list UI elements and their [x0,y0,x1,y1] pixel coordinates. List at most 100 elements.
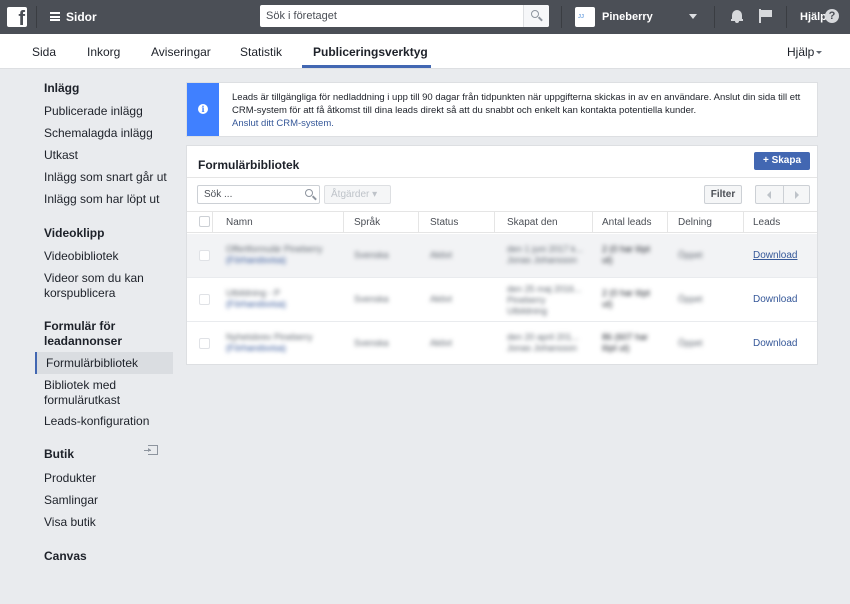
form-name[interactable]: Offertformulär Pineberry (Förhandsvisa) [226,244,322,266]
help-icon[interactable]: ? [825,9,839,23]
form-language: Svenska [354,294,389,304]
sidebar-item-crosspost-line2[interactable]: korspublicera [44,286,115,301]
sidebar-heading-lead-forms-line2: leadannonser [44,334,123,348]
row-checkbox[interactable] [199,250,210,261]
crm-notice: i Leads är tillgängliga för nedladdning … [186,82,818,137]
external-link-icon[interactable] [144,445,158,455]
notice-message: Leads är tillgängliga för nedladdning i … [232,92,801,116]
sidebar-item-leads-config[interactable]: Leads-konfiguration [44,414,149,429]
table-row[interactable]: Offertformulär Pineberry (Förhandsvisa) S… [187,234,817,278]
page-name[interactable]: Pineberry [602,11,653,23]
divider [187,177,817,178]
top-bar: f Sidor Sök i företaget ᴊᴊ Pineberry Hjä… [0,0,850,34]
form-language: Svenska [354,338,389,348]
library-search[interactable]: Sök ... [197,185,320,204]
column-lead-count[interactable]: Antal leads [602,217,651,228]
company-search[interactable]: Sök i företaget [260,5,549,27]
sidebar-item-crosspost-line1[interactable]: Videor som du kan [44,271,144,286]
search-icon [305,189,313,197]
pagination [755,185,810,204]
row-checkbox[interactable] [199,338,210,349]
divider [786,6,787,28]
column-status[interactable]: Status [430,217,458,228]
notifications-bell-icon[interactable] [731,10,743,23]
sidebar-item-published[interactable]: Publicerade inlägg [44,104,143,119]
sidebar-heading-posts: Inlägg [44,81,80,95]
chevron-down-icon[interactable] [689,14,697,19]
form-created: den 1 juni 2017 k... Jonas Johansson [507,244,584,265]
notice-accent: i [187,83,219,136]
form-sharing: Öppet [678,338,703,348]
tab-inkorg[interactable]: Inkorg [87,45,120,59]
next-page-icon[interactable] [795,191,799,199]
form-lead-count: 86 (607 har löpt ut) [602,332,649,353]
row-checkbox[interactable] [199,294,210,305]
divider [783,186,784,203]
sidebar-heading-lead-forms-line1: Formulär för [44,319,116,333]
menu-icon[interactable] [50,12,60,21]
tab-aviseringar[interactable]: Aviseringar [151,45,211,59]
form-status: Aktivt [430,294,453,304]
form-sharing: Öppet [678,250,703,260]
help-link[interactable]: Hjälp [800,11,827,23]
form-sharing: Öppet [678,294,703,304]
actions-dropdown[interactable]: Åtgärder ▾ [324,185,391,204]
column-leads: Leads [753,217,781,228]
page-subnav: Sida Inkorg Aviseringar Statistik Public… [0,34,850,69]
column-sharing[interactable]: Delning [678,217,712,228]
sidebar-item-drafts[interactable]: Utkast [44,148,78,163]
table-row[interactable]: Nyhetsbrev Pineberry (Förhandsvisa) Svens… [187,322,817,366]
column-language[interactable]: Språk [354,217,380,228]
form-name[interactable]: Nyhetsbrev Pineberry (Förhandsvisa) [226,332,313,354]
connect-crm-link[interactable]: Anslut ditt CRM-system. [232,117,814,130]
sidebar-item-draft-library-line1[interactable]: Bibliotek med [44,378,116,393]
column-created[interactable]: Skapat den [507,217,558,228]
form-created: den 20 april 201... Jonas Johansson [507,332,580,353]
create-button[interactable]: + Skapa [754,152,810,170]
divider [561,6,562,28]
card-title: Formulärbibliotek [198,158,300,172]
facebook-logo-icon[interactable]: f [7,7,27,29]
form-lead-count: 2 (0 har löpt ut) [602,288,651,309]
search-input[interactable]: Sök i företaget [266,10,337,22]
table-header: Namn Språk Status Skapat den Antal leads… [187,211,817,233]
tab-publiceringsverktyg[interactable]: Publiceringsverktyg [313,45,428,59]
sidebar-item-video-library[interactable]: Videobibliotek [44,249,119,264]
sidebar-item-draft-library-line2[interactable]: formulärutkast [44,393,120,408]
previous-page-icon[interactable] [767,191,771,199]
sidebar-item-scheduled[interactable]: Schemalagda inlägg [44,126,153,141]
download-link[interactable]: Download [753,250,797,261]
sidebar-item-form-library[interactable]: Formulärbibliotek [35,352,173,374]
table-row[interactable]: Utbildning - P (Förhandsvisa) Svenska Akt… [187,278,817,322]
sidebar-item-products[interactable]: Produkter [44,471,96,486]
form-name[interactable]: Utbildning - P (Förhandsvisa) [226,288,286,310]
page-avatar[interactable]: ᴊᴊ [575,7,595,27]
tab-sida[interactable]: Sida [32,45,56,59]
sidebar-item-view-shop[interactable]: Visa butik [44,515,96,530]
download-link[interactable]: Download [753,294,797,305]
sidebar-item-expiring[interactable]: Inlägg som snart går ut [44,170,167,185]
sidebar-item-collections[interactable]: Samlingar [44,493,98,508]
flag-icon[interactable] [759,9,773,23]
search-icon [531,10,539,18]
caret-down-icon [816,51,823,54]
help-dropdown[interactable]: Hjälp [787,45,823,59]
sidebar-heading-canvas[interactable]: Canvas [44,549,87,564]
sidebar-heading-video: Videoklipp [44,226,105,240]
select-all-checkbox[interactable] [199,216,210,227]
sidebar-item-expired[interactable]: Inlägg som har löpt ut [44,192,159,207]
column-name[interactable]: Namn [226,217,253,228]
active-tab-indicator [302,65,431,68]
form-status: Aktivt [430,250,453,260]
app-title[interactable]: Sidor [66,10,97,24]
form-created: den 25 maj 2016... Pineberry Utbildning [507,284,582,316]
tab-statistik[interactable]: Statistik [240,45,282,59]
search-button[interactable] [523,5,549,27]
info-icon: i [198,104,208,114]
form-library-card: Formulärbibliotek + Skapa Sök ... Åtgärd… [186,145,818,365]
form-status: Aktivt [430,338,453,348]
filter-button[interactable]: Filter [704,185,742,204]
form-language: Svenska [354,250,389,260]
download-link[interactable]: Download [753,338,797,349]
library-search-input[interactable]: Sök ... [204,189,232,200]
